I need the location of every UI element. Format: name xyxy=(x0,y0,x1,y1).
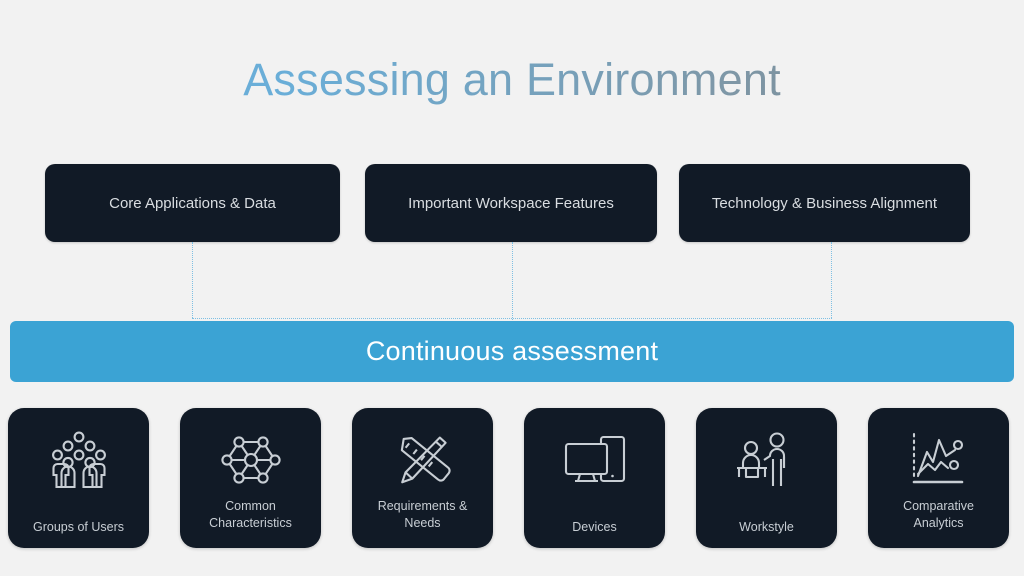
top-box-workspace-features[interactable]: Important Workspace Features xyxy=(365,164,657,242)
card-common-characteristics[interactable]: Common Characteristics xyxy=(180,408,321,548)
people-at-desk-icon xyxy=(696,422,837,498)
card-label: Workstyle xyxy=(739,520,794,534)
connector-vertical-right xyxy=(831,242,832,318)
continuous-assessment-bar[interactable]: Continuous assessment xyxy=(10,321,1014,382)
card-comparative-analytics[interactable]: Comparative Analytics xyxy=(868,408,1009,548)
top-box-label: Core Applications & Data xyxy=(109,194,276,212)
card-label: Comparative Analytics xyxy=(903,499,974,530)
top-box-label: Important Workspace Features xyxy=(408,194,614,212)
card-requirements-needs[interactable]: Requirements & Needs xyxy=(352,408,493,548)
group-of-users-icon xyxy=(8,422,149,498)
slide-canvas: Assessing an Environment Core Applicatio… xyxy=(0,0,1024,576)
card-groups-of-users[interactable]: Groups of Users xyxy=(8,408,149,548)
network-nodes-icon xyxy=(180,422,321,498)
card-label: Devices xyxy=(572,520,617,534)
card-devices[interactable]: Devices xyxy=(524,408,665,548)
top-box-technology-alignment[interactable]: Technology & Business Alignment xyxy=(679,164,970,242)
pencil-ruler-icon xyxy=(352,422,493,498)
connector-vertical-left xyxy=(192,242,193,318)
top-box-core-applications[interactable]: Core Applications & Data xyxy=(45,164,340,242)
connector-vertical-center xyxy=(512,242,513,322)
continuous-assessment-label: Continuous assessment xyxy=(365,336,659,366)
top-box-label: Technology & Business Alignment xyxy=(711,194,938,212)
line-chart-icon xyxy=(868,422,1009,498)
card-label: Requirements & Needs xyxy=(377,499,468,530)
card-label: Common Characteristics xyxy=(209,499,292,530)
monitor-tablet-icon xyxy=(524,422,665,498)
connector-horizontal xyxy=(192,318,832,319)
card-workstyle[interactable]: Workstyle xyxy=(696,408,837,548)
page-title: Assessing an Environment xyxy=(0,54,1024,106)
card-label: Groups of Users xyxy=(32,520,124,534)
